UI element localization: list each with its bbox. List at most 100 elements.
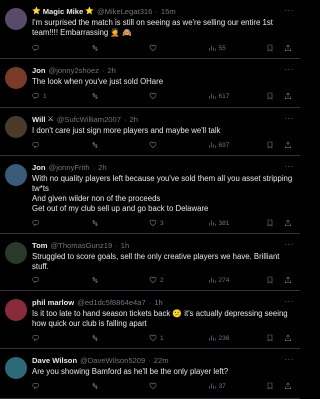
more-options-icon[interactable]: ···	[285, 355, 295, 364]
share-icon[interactable]	[284, 334, 292, 342]
user-handle[interactable]: @jonny2shoez	[49, 65, 99, 76]
timestamp[interactable]: 2h	[98, 162, 106, 173]
bookmark-icon[interactable]	[266, 92, 274, 100]
like-button[interactable]: 1	[149, 334, 197, 342]
tweet[interactable]: ⭐ Magic Mike ⭐ @MikeLegat316 · 15m ··· I'm surp…	[0, 0, 300, 59]
more-options-icon[interactable]: ···	[285, 65, 295, 74]
action-bar: 3 381	[32, 219, 292, 227]
display-name[interactable]: Will	[32, 114, 45, 125]
tweet[interactable]: Tom @ThomasGunz19 · 1h ··· Struggled to score…	[0, 234, 300, 291]
more-options-icon[interactable]: ···	[285, 240, 295, 249]
display-name[interactable]: Jon	[32, 65, 46, 76]
retweet-button[interactable]	[91, 276, 139, 284]
views-button[interactable]: 55	[208, 44, 256, 52]
display-name[interactable]: Tom	[32, 240, 47, 251]
views-count: 274	[218, 276, 230, 284]
retweet-button[interactable]	[91, 141, 139, 149]
tweet[interactable]: phil marlow @ed1dc5f8864e4a7 · 1h ··· Is it t…	[0, 291, 300, 349]
user-handle[interactable]: @MikeLegat316	[97, 6, 152, 17]
tweet-content: ⭐ Magic Mike ⭐ @MikeLegat316 · 15m ··· I'm surp…	[32, 6, 294, 38]
bookmark-icon[interactable]	[266, 334, 274, 342]
action-bar: 37	[32, 382, 292, 390]
like-button[interactable]	[149, 44, 197, 52]
timestamp[interactable]: 2h	[107, 65, 115, 76]
retweet-button[interactable]	[91, 92, 139, 100]
views-button[interactable]: 236	[208, 334, 256, 342]
reply-button[interactable]	[32, 382, 80, 390]
reply-button[interactable]	[32, 219, 80, 227]
share-icon[interactable]	[284, 382, 292, 390]
tweet[interactable]: Jon @jonnyFrith · 2h ··· With no quality play…	[0, 156, 300, 234]
avatar[interactable]	[5, 164, 27, 186]
bookmark-icon[interactable]	[266, 141, 274, 149]
reply-button[interactable]	[32, 334, 80, 342]
timestamp[interactable]: 22m	[154, 355, 169, 366]
timestamp[interactable]: 2h	[130, 114, 138, 125]
reply-icon	[32, 334, 40, 342]
timestamp[interactable]: 1h	[154, 297, 162, 308]
avatar[interactable]	[5, 116, 27, 138]
display-name[interactable]: Dave Wilson	[32, 355, 77, 366]
user-handle[interactable]: @SufcWilliam2007	[57, 114, 121, 125]
user-handle[interactable]: @ThomasGunz19	[50, 240, 112, 251]
timestamp[interactable]: 15m	[161, 6, 176, 17]
bookmark-icon[interactable]	[266, 382, 274, 390]
tweet[interactable]: Dave Wilson @DaveWilson5209 · 22m ··· Are you…	[0, 349, 300, 399]
views-button[interactable]: 381	[208, 219, 256, 227]
tweet-text: The look when you've just sold OHare	[32, 77, 164, 86]
more-options-icon[interactable]: ···	[285, 297, 295, 306]
user-handle[interactable]: @ed1dc5f8864e4a7	[77, 297, 146, 308]
timestamp[interactable]: 1h	[121, 240, 129, 251]
more-options-icon[interactable]: ···	[285, 162, 295, 171]
tweet[interactable]: Will ⚔ @SufcWilliam2007 · 2h ··· I don't care …	[0, 108, 300, 156]
share-icon[interactable]	[284, 219, 292, 227]
share-icon[interactable]	[284, 92, 292, 100]
reply-button[interactable]	[32, 44, 80, 52]
retweet-button[interactable]	[91, 382, 139, 390]
display-name[interactable]: phil marlow	[32, 297, 74, 308]
avatar[interactable]	[5, 67, 27, 89]
bookmark-icon[interactable]	[266, 219, 274, 227]
display-name[interactable]: Jon	[32, 162, 46, 173]
display-name[interactable]: Magic Mike	[43, 6, 84, 17]
tweet-header: Dave Wilson @DaveWilson5209 · 22m	[32, 355, 294, 366]
tweet-text: Are you showing Bamford as he'll be the …	[32, 367, 229, 376]
avatar[interactable]	[5, 8, 27, 30]
reply-button[interactable]	[32, 141, 80, 149]
like-button[interactable]: 3	[149, 219, 197, 227]
tweet-content: Tom @ThomasGunz19 · 1h ··· Struggled to score…	[32, 240, 294, 272]
views-icon	[208, 382, 216, 390]
share-icon[interactable]	[284, 141, 292, 149]
like-button[interactable]	[149, 92, 197, 100]
share-icon[interactable]	[284, 44, 292, 52]
views-button[interactable]: 617	[208, 92, 256, 100]
views-button[interactable]: 697	[208, 141, 256, 149]
reply-icon	[32, 276, 40, 284]
like-button[interactable]	[149, 382, 197, 390]
bookmark-icon[interactable]	[266, 276, 274, 284]
retweet-button[interactable]	[91, 44, 139, 52]
reply-icon	[32, 382, 40, 390]
bookmark-icon[interactable]	[266, 44, 274, 52]
user-handle[interactable]: @jonnyFrith	[49, 162, 90, 173]
retweet-icon	[91, 334, 99, 342]
more-options-icon[interactable]: ···	[285, 114, 295, 123]
avatar[interactable]	[5, 299, 27, 321]
like-button[interactable]	[149, 141, 197, 149]
reply-button[interactable]: 1	[32, 92, 80, 100]
tweet-content: phil marlow @ed1dc5f8864e4a7 · 1h ··· Is it t…	[32, 297, 294, 329]
like-button[interactable]: 2	[149, 276, 197, 284]
share-icon[interactable]	[284, 276, 292, 284]
retweet-button[interactable]	[91, 219, 139, 227]
separator-dot: ·	[148, 298, 152, 307]
views-button[interactable]: 37	[208, 382, 256, 390]
views-button[interactable]: 274	[208, 276, 256, 284]
more-options-icon[interactable]: ···	[285, 6, 295, 15]
reply-button[interactable]	[32, 276, 80, 284]
user-handle[interactable]: @DaveWilson5209	[80, 355, 145, 366]
avatar[interactable]	[5, 242, 27, 264]
avatar[interactable]	[5, 357, 27, 379]
name-emoji-icon: ⭐	[85, 8, 94, 15]
tweet[interactable]: Jon @jonny2shoez · 2h ··· The look when you'v…	[0, 59, 300, 108]
retweet-button[interactable]	[91, 334, 139, 342]
